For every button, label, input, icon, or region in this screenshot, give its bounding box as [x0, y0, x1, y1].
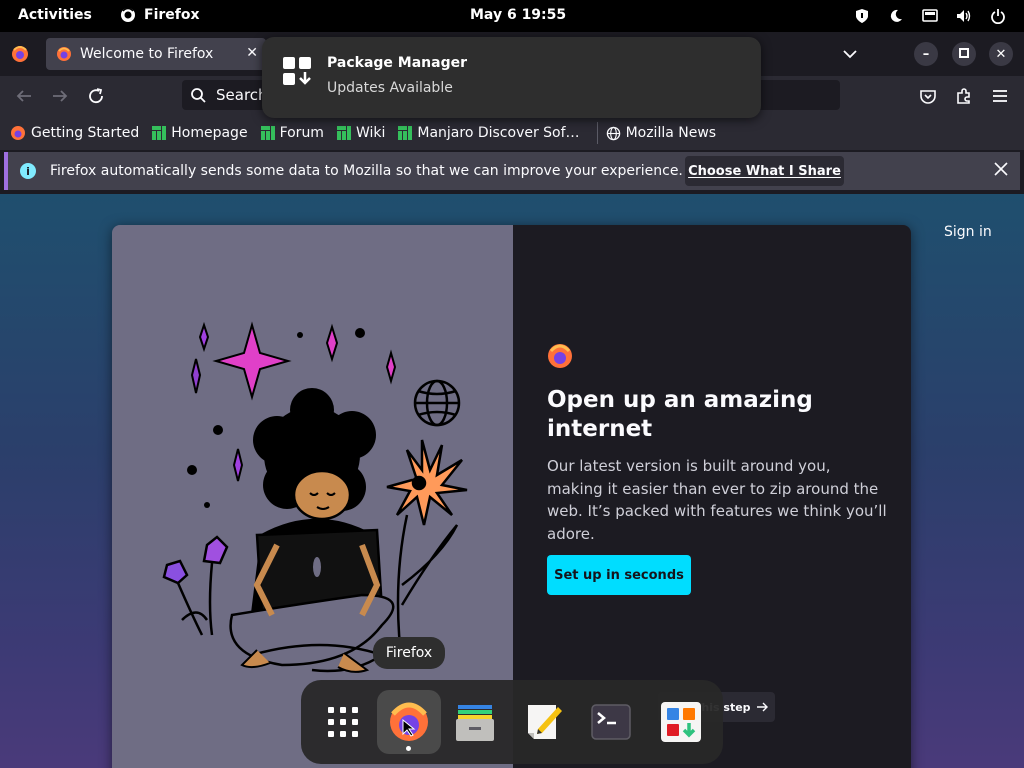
- firefox-icon: [548, 344, 572, 368]
- night-light-icon[interactable]: [886, 6, 906, 26]
- tab-label: Welcome to Firefox: [80, 46, 214, 62]
- close-tab-icon[interactable]: ✕: [246, 45, 258, 61]
- maximize-icon: [959, 47, 969, 62]
- dock-tooltip: Firefox: [373, 637, 445, 669]
- bookmark-separator: [596, 122, 598, 144]
- notification-popup[interactable]: Package Manager Updates Available: [262, 37, 761, 118]
- activities-button[interactable]: Activities: [18, 7, 92, 23]
- bookmark-label: Homepage: [171, 125, 248, 141]
- app-name: Firefox: [144, 7, 200, 23]
- bookmarks-toolbar: Getting Started Homepage Forum Wiki Manj…: [0, 116, 1024, 150]
- app-menu[interactable]: Firefox: [120, 7, 200, 23]
- firefox-icon: [57, 47, 71, 61]
- package-manager-icon: [283, 57, 311, 85]
- firefox-icon: [121, 7, 135, 22]
- setup-button[interactable]: Set up in seconds: [547, 555, 691, 595]
- volume-icon[interactable]: [954, 6, 974, 26]
- welcome-description: Our latest version is built around you, …: [547, 457, 887, 543]
- terminal-icon[interactable]: [579, 690, 643, 754]
- system-tray[interactable]: [852, 6, 1008, 26]
- firefox-view-icon[interactable]: [10, 44, 30, 64]
- pocket-icon[interactable]: [918, 86, 938, 106]
- software-icon[interactable]: [649, 690, 713, 754]
- sign-in-link[interactable]: Sign in: [944, 224, 992, 240]
- bookmark-label: Forum: [279, 125, 324, 141]
- bookmark-label: Wiki: [355, 125, 386, 141]
- close-icon: ✕: [995, 46, 1007, 62]
- files-icon[interactable]: [443, 690, 507, 754]
- tab-welcome[interactable]: Welcome to Firefox ✕: [46, 38, 266, 70]
- bookmark-homepage[interactable]: Homepage: [152, 125, 248, 141]
- bookmark-wiki[interactable]: Wiki: [336, 125, 386, 141]
- bookmark-label: Manjaro Discover Sof…: [417, 125, 580, 141]
- power-icon[interactable]: [988, 6, 1008, 26]
- bookmark-manjaro-discover[interactable]: Manjaro Discover Sof…: [398, 125, 580, 141]
- close-icon[interactable]: [992, 160, 1010, 178]
- manjaro-icon: [260, 126, 275, 140]
- extensions-icon[interactable]: [954, 86, 974, 106]
- hamburger-menu-icon[interactable]: [990, 86, 1010, 106]
- bookmark-getting-started[interactable]: Getting Started: [10, 125, 139, 141]
- bookmark-mozilla-news[interactable]: Mozilla News: [606, 125, 717, 141]
- text-editor-icon[interactable]: [513, 690, 577, 754]
- reload-icon[interactable]: [86, 86, 106, 106]
- shield-icon[interactable]: [852, 6, 872, 26]
- bookmark-label: Mozilla News: [625, 125, 717, 141]
- running-indicator: [406, 746, 411, 751]
- screen-icon[interactable]: [920, 6, 940, 26]
- manjaro-icon: [152, 126, 167, 140]
- manjaro-icon: [398, 126, 413, 140]
- bookmark-forum[interactable]: Forum: [260, 125, 324, 141]
- top-bar: Activities Firefox May 6 19:55: [0, 0, 1024, 32]
- notification-title: Package Manager: [327, 55, 467, 71]
- back-arrow-icon[interactable]: [14, 86, 34, 106]
- dock: [301, 680, 723, 764]
- manjaro-icon: [336, 126, 351, 140]
- globe-icon: [606, 126, 620, 140]
- chevron-down-icon[interactable]: [840, 44, 860, 64]
- search-icon: [191, 88, 206, 103]
- forward-arrow-icon[interactable]: [50, 86, 70, 106]
- close-window-button[interactable]: ✕: [989, 42, 1013, 66]
- info-icon: i: [20, 163, 36, 179]
- choose-what-i-share-button[interactable]: Choose What I Share: [685, 156, 844, 186]
- minimize-icon: –: [922, 46, 930, 62]
- data-collection-infobar: i Firefox automatically sends some data …: [4, 152, 1020, 190]
- arrow-right-icon: [756, 702, 768, 712]
- url-bar-placeholder: Search: [216, 86, 268, 104]
- app-grid-icon[interactable]: [311, 690, 375, 754]
- infobar-message: Firefox automatically sends some data to…: [50, 163, 683, 179]
- bookmark-label: Getting Started: [31, 125, 140, 141]
- firefox-icon: [11, 126, 25, 140]
- welcome-title: Open up an amazing internet: [547, 387, 813, 442]
- firefox-icon[interactable]: [377, 690, 441, 754]
- minimize-button[interactable]: –: [914, 42, 938, 66]
- clock[interactable]: May 6 19:55: [470, 7, 566, 23]
- notification-body: Updates Available: [327, 80, 453, 96]
- maximize-button[interactable]: [952, 42, 976, 66]
